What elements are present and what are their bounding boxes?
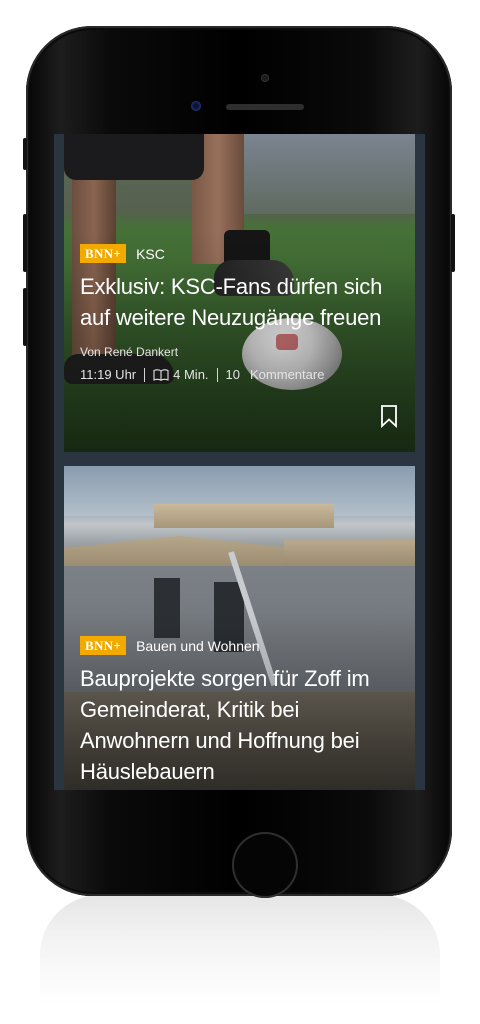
article-text: BNN+ Bauen und Wohnen Bauprojekte sorgen… [80, 636, 399, 787]
category-label[interactable]: Bauen und Wohnen [136, 638, 260, 654]
article-text: BNN+ KSC Exklusiv: KSC-Fans dürfen sich … [80, 244, 399, 383]
article-card[interactable]: BNN+ KSC Exklusiv: KSC-Fans dürfen sich … [64, 134, 415, 452]
volume-up-button [23, 214, 27, 272]
product-mockup: BNN+ KSC Exklusiv: KSC-Fans dürfen sich … [0, 0, 480, 1024]
bnn-plus-badge: BNN+ [80, 244, 127, 263]
article-author: Von René Dankert [80, 345, 179, 359]
phone-screen: BNN+ KSC Exklusiv: KSC-Fans dürfen sich … [54, 134, 425, 790]
power-button [451, 214, 455, 272]
home-button[interactable] [232, 832, 298, 898]
article-card[interactable]: BNN+ Bauen und Wohnen Bauprojekte sorgen… [64, 466, 415, 790]
phone-reflection [40, 895, 440, 1024]
comments-count[interactable]: 10 [226, 367, 240, 383]
comments-label[interactable]: Kommentare [250, 367, 324, 383]
divider [216, 368, 218, 382]
proximity-sensor [191, 101, 201, 111]
book-icon [153, 369, 169, 381]
mute-switch [23, 138, 27, 170]
category-label[interactable]: KSC [136, 246, 165, 262]
read-time: 4 Min. [173, 367, 209, 382]
front-camera [261, 74, 269, 82]
volume-down-button [23, 288, 27, 346]
publish-time: 11:19 Uhr [80, 367, 137, 382]
bnn-plus-badge: BNN+ [80, 636, 127, 655]
article-headline[interactable]: Exklusiv: KSC-Fans dürfen sich auf weite… [80, 271, 399, 333]
divider [144, 368, 146, 382]
article-info: 11:19 Uhr 4 Min. 10 Kommentare [80, 367, 399, 383]
bookmark-icon[interactable] [379, 404, 399, 428]
earpiece-speaker [226, 104, 304, 110]
article-headline[interactable]: Bauprojekte sorgen für Zoff im Gemeinder… [80, 663, 399, 787]
